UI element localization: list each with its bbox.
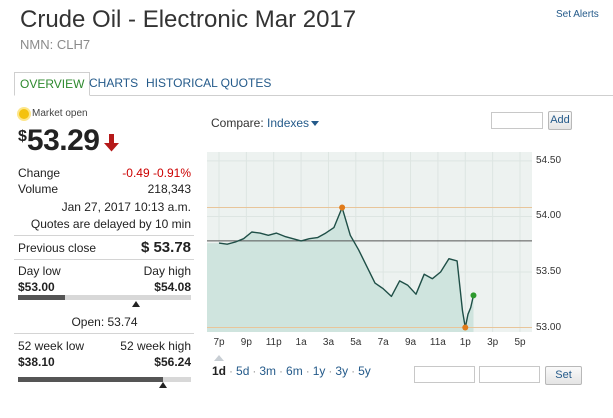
x-tick-label: 9p — [240, 337, 252, 348]
day-range-bar — [18, 295, 191, 300]
day-range-fill — [18, 295, 65, 300]
compare-value[interactable]: Indexes — [267, 116, 309, 130]
y-tick-label: 53.00 — [536, 321, 562, 333]
x-tick-label: 11a — [429, 337, 446, 348]
week52-low-label: 52 week low — [18, 339, 85, 353]
down-arrow-icon — [104, 134, 120, 152]
price-chart[interactable] — [207, 152, 532, 332]
x-tick-label: 9a — [404, 337, 417, 348]
x-tick-label: 7p — [213, 337, 225, 348]
page-title: Crude Oil - Electronic Mar 2017 — [20, 6, 357, 33]
market-status: Market open — [19, 108, 88, 119]
open-row: Open: 53.74 — [18, 315, 191, 329]
period-pointer-icon — [214, 355, 224, 361]
market-status-label: Market open — [32, 108, 88, 119]
y-tick-label: 54.50 — [536, 154, 562, 166]
add-button[interactable]: Add — [548, 111, 572, 130]
compare-control: Compare: Indexes — [211, 116, 320, 130]
period-1d[interactable]: 1d — [212, 364, 226, 378]
divider — [14, 259, 194, 260]
period-selector: 1d · 5d · 3m · 6m · 1y · 3y · 5y — [212, 364, 371, 378]
period-separator: · — [351, 364, 356, 378]
delay-row: Quotes are delayed by 10 min — [18, 217, 191, 231]
compare-select[interactable]: Indexes — [267, 116, 320, 130]
delay-note: Quotes are delayed by 10 min — [30, 217, 191, 231]
period-3y[interactable]: 3y — [335, 364, 348, 378]
change-row: Change -0.49 -0.91% — [18, 166, 191, 180]
period-separator: · — [279, 364, 284, 378]
period-5y[interactable]: 5y — [358, 364, 371, 378]
price-block: $ 53.29 — [18, 124, 120, 158]
previous-close-value: $ 53.78 — [140, 239, 191, 256]
compare-label: Compare: — [211, 116, 264, 130]
compare-input[interactable] — [491, 112, 543, 129]
previous-close-label: Previous close — [18, 240, 97, 255]
divider — [14, 333, 194, 334]
last-price: 53.29 — [26, 124, 100, 157]
volume-row: Volume 218,343 — [18, 182, 191, 196]
y-tick-label: 54.00 — [536, 210, 562, 222]
x-tick-label: 3p — [487, 337, 499, 348]
day-high-value: $54.08 — [154, 280, 191, 294]
open-price: Open: 53.74 — [71, 315, 138, 329]
price-area — [207, 207, 474, 332]
start-date-input[interactable] — [414, 366, 475, 383]
tab-bar: OVERVIEW CHARTS HISTORICAL QUOTES — [14, 72, 613, 96]
set-button[interactable]: Set — [545, 366, 582, 385]
period-separator: · — [229, 364, 234, 378]
period-separator: · — [305, 364, 310, 378]
tab-overview[interactable]: OVERVIEW — [14, 72, 91, 96]
week52-labels: 52 week low 52 week high — [18, 339, 191, 353]
period-separator: · — [328, 364, 333, 378]
tab-historical-quotes[interactable]: HISTORICAL QUOTES — [146, 72, 271, 96]
period-3m[interactable]: 3m — [259, 364, 276, 378]
x-tick-label: 5p — [514, 337, 526, 348]
x-tick-label: 1p — [459, 337, 471, 348]
week52-current-marker — [159, 382, 168, 388]
previous-close-row: Previous close $ 53.78 — [18, 239, 191, 256]
week52-values: $38.10 $56.24 — [18, 355, 191, 369]
day-low-value: $53.00 — [18, 280, 55, 294]
sun-icon — [19, 108, 29, 119]
volume-value: 218,343 — [147, 182, 191, 196]
x-tick-label: 3a — [322, 337, 335, 348]
day-high-label: Day high — [143, 264, 191, 278]
set-alerts-link[interactable]: Set Alerts — [556, 9, 599, 20]
day-range-labels: Day low Day high — [18, 264, 191, 278]
currency-symbol: $ — [18, 128, 27, 145]
period-1y[interactable]: 1y — [313, 364, 326, 378]
x-tick-label: 11p — [265, 337, 282, 348]
open-price-marker — [131, 301, 140, 307]
x-tick-label: 5a — [350, 337, 362, 348]
y-tick-label: 53.50 — [536, 266, 562, 277]
change-value: -0.49 -0.91% — [122, 166, 191, 180]
quote-timestamp: Jan 27, 2017 10:13 a.m. — [61, 200, 191, 214]
timestamp-row: Jan 27, 2017 10:13 a.m. — [18, 200, 191, 214]
week52-low-value: $38.10 — [18, 355, 55, 369]
period-5d[interactable]: 5d — [236, 364, 249, 378]
tab-charts[interactable]: CHARTS — [89, 72, 138, 96]
divider — [14, 235, 194, 236]
volume-label: Volume — [18, 182, 59, 196]
period-separator: · — [252, 364, 257, 378]
x-tick-label: 1a — [295, 337, 307, 348]
symbol-label: NMN: CLH7 — [20, 37, 91, 52]
chevron-down-icon[interactable] — [311, 121, 320, 127]
week52-high-label: 52 week high — [120, 339, 191, 353]
day-range-values: $53.00 $54.08 — [18, 280, 191, 294]
period-6m[interactable]: 6m — [286, 364, 303, 378]
end-date-input[interactable] — [479, 366, 540, 383]
change-label: Change — [18, 166, 61, 180]
week52-high-value: $56.24 — [154, 355, 191, 369]
week52-range-fill — [18, 377, 164, 382]
day-low-point — [462, 324, 469, 331]
day-low-label: Day low — [18, 264, 61, 278]
day-high-point — [339, 204, 346, 211]
current-price-point — [470, 292, 477, 299]
x-tick-label: 7a — [377, 337, 389, 348]
